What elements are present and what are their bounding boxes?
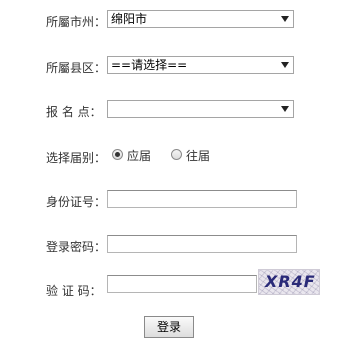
radio-dot-icon (112, 149, 123, 160)
county-select-value: ==请选择== (111, 58, 188, 72)
city-select[interactable]: 绵阳市 (107, 10, 294, 28)
chevron-down-icon (281, 16, 289, 22)
login-form: 所屬市州： 绵阳市 所屬县区： ==请选择== 报 名 点： 选择届别： 应届 (0, 0, 348, 344)
captcha-input[interactable] (107, 275, 257, 293)
captcha-image[interactable]: XR4F (258, 269, 320, 295)
captcha-row: 验 证 码： XR4F (0, 269, 348, 299)
id-number-label: 身份证号： (46, 195, 107, 209)
grad-year-label: 选择届别： (46, 151, 107, 165)
captcha-label: 验 证 码： (46, 284, 102, 298)
captcha-code: XR4F (265, 272, 316, 291)
site-select[interactable] (107, 100, 294, 118)
password-input[interactable] (107, 235, 297, 253)
city-label: 所屬市州： (46, 15, 107, 29)
password-row: 登录密码： (0, 235, 348, 259)
grad-year-row: 选择届别： 应届 往届 (0, 146, 348, 170)
radio-current-year-label: 应届 (127, 149, 152, 163)
login-button[interactable]: 登录 (144, 316, 194, 338)
county-label: 所屬县区： (46, 61, 107, 75)
radio-previous-year-label: 往届 (186, 149, 211, 163)
password-label: 登录密码： (46, 240, 107, 254)
radio-dot-icon (171, 149, 182, 160)
site-row: 报 名 点： (0, 100, 348, 124)
chevron-down-icon (281, 106, 289, 112)
id-number-row: 身份证号： (0, 190, 348, 214)
county-row: 所屬县区： ==请选择== (0, 56, 348, 80)
city-select-value: 绵阳市 (111, 12, 148, 26)
chevron-down-icon (281, 62, 289, 68)
county-select[interactable]: ==请选择== (107, 56, 294, 74)
site-label: 报 名 点： (46, 105, 102, 119)
city-row: 所屬市州： 绵阳市 (0, 10, 348, 34)
id-number-input[interactable] (107, 190, 297, 208)
